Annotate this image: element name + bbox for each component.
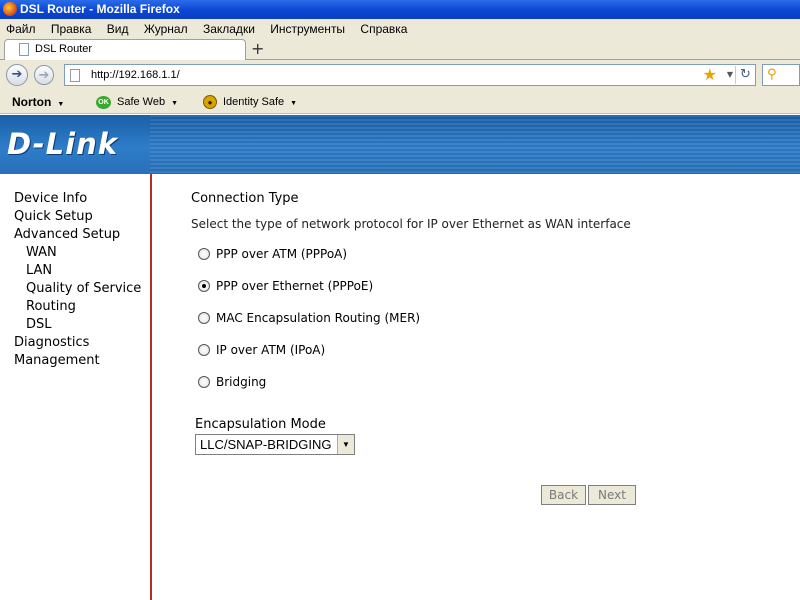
bookmark-star-icon[interactable]: ★ (703, 65, 717, 85)
sidebar-item-management[interactable]: Management (14, 353, 100, 368)
window-title: DSL Router - Mozilla Firefox (20, 2, 180, 16)
tab-strip: DSL Router + (0, 39, 800, 60)
menu-file[interactable]: Файл (0, 19, 42, 39)
norton-menu[interactable]: Norton ▼ (12, 90, 64, 117)
menu-bar: Файл Правка Вид Журнал Закладки Инструме… (0, 19, 800, 39)
sidebar-item-lan[interactable]: LAN (26, 263, 52, 278)
banner-stripes (150, 115, 800, 174)
new-tab-button[interactable]: + (251, 39, 264, 59)
sidebar-item-advanced-setup[interactable]: Advanced Setup (14, 227, 120, 242)
address-bar[interactable]: ★ ▼ (64, 64, 756, 86)
encapsulation-mode-label: Encapsulation Mode (195, 417, 326, 432)
sidebar: Device Info Quick Setup Advanced Setup W… (0, 174, 152, 600)
back-arrow-icon[interactable]: ➔ (6, 64, 28, 86)
page-title: Connection Type (191, 191, 299, 206)
radio-bridging[interactable] (198, 376, 210, 388)
encapsulation-mode-select[interactable]: LLC/SNAP-BRIDGING ▼ (195, 434, 355, 455)
page-icon (70, 69, 80, 82)
lock-icon: ● (203, 95, 217, 110)
menu-tools[interactable]: Инструменты (264, 19, 351, 39)
tab-dsl-router[interactable]: DSL Router (4, 39, 246, 60)
identity-safe-menu[interactable]: ● Identity Safe ▼ (203, 90, 297, 116)
dlink-banner: D-Link (0, 115, 800, 174)
option-pppoe[interactable]: PPP over Ethernet (PPPoE) (198, 279, 373, 293)
back-button[interactable]: Back (541, 485, 586, 505)
option-mer[interactable]: MAC Encapsulation Routing (MER) (198, 311, 420, 325)
norton-toolbar: Norton ▼ OK Safe Web ▼ ● Identity Safe ▼ (0, 90, 800, 114)
history-dropdown-icon[interactable]: ▼ (727, 65, 733, 85)
option-ipoa[interactable]: IP over ATM (IPoA) (198, 343, 325, 357)
sidebar-item-diagnostics[interactable]: Diagnostics (14, 335, 89, 350)
sidebar-item-quick-setup[interactable]: Quick Setup (14, 209, 93, 224)
sidebar-item-device-info[interactable]: Device Info (14, 191, 87, 206)
radio-pppoa[interactable] (198, 248, 210, 260)
tab-title: DSL Router (35, 43, 93, 55)
page-description: Select the type of network protocol for … (191, 217, 631, 231)
menu-help[interactable]: Справка (354, 19, 413, 39)
sidebar-item-wan[interactable]: WAN (26, 245, 57, 260)
main-content: Connection Type Select the type of netwo… (154, 174, 800, 600)
window-titlebar: DSL Router - Mozilla Firefox (0, 0, 800, 19)
search-box[interactable]: ⚲ (762, 64, 800, 86)
url-input[interactable] (91, 67, 691, 83)
safe-web-menu[interactable]: OK Safe Web ▼ (96, 90, 178, 116)
dlink-logo: D-Link (7, 127, 118, 161)
radio-pppoe[interactable] (198, 280, 210, 292)
menu-history[interactable]: Журнал (138, 19, 194, 39)
sidebar-item-dsl[interactable]: DSL (26, 317, 52, 332)
sidebar-item-qos[interactable]: Quality of Service (26, 281, 141, 296)
chevron-down-icon[interactable]: ▼ (337, 435, 354, 454)
menu-view[interactable]: Вид (101, 19, 135, 39)
radio-mer[interactable] (198, 312, 210, 324)
search-icon: ⚲ (767, 67, 777, 82)
encapsulation-mode-value: LLC/SNAP-BRIDGING (200, 437, 332, 452)
next-button[interactable]: Next (588, 485, 636, 505)
option-pppoa[interactable]: PPP over ATM (PPPoA) (198, 247, 347, 261)
page-icon (19, 43, 29, 56)
navigation-toolbar: ➔ ➔ ★ ▼ ↻ ⚲ (0, 60, 800, 90)
safe-web-ok-icon: OK (96, 95, 111, 109)
reload-icon[interactable]: ↻ (735, 66, 755, 84)
menu-bookmarks[interactable]: Закладки (197, 19, 261, 39)
menu-edit[interactable]: Правка (45, 19, 98, 39)
forward-arrow-icon[interactable]: ➔ (34, 65, 54, 85)
firefox-icon (3, 2, 17, 16)
option-bridging[interactable]: Bridging (198, 375, 266, 389)
radio-ipoa[interactable] (198, 344, 210, 356)
sidebar-item-routing[interactable]: Routing (26, 299, 76, 314)
